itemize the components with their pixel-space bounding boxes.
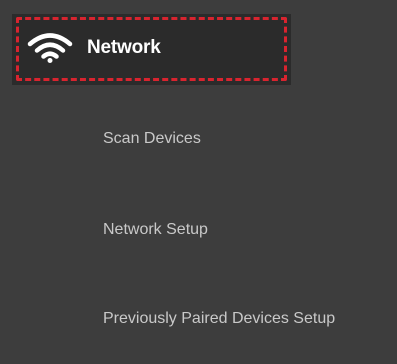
header-title: Network [87, 37, 161, 58]
network-menu-panel: Network Scan Devices Network Setup Previ… [0, 0, 397, 364]
menu-header: Network [0, 0, 397, 88]
menu-item-previously-paired-devices-setup[interactable]: Previously Paired Devices Setup [103, 310, 335, 328]
wifi-icon [27, 33, 73, 63]
menu-item-network-setup[interactable]: Network Setup [103, 221, 208, 239]
menu-item-scan-devices[interactable]: Scan Devices [103, 130, 201, 148]
network-category[interactable]: Network [27, 33, 161, 63]
